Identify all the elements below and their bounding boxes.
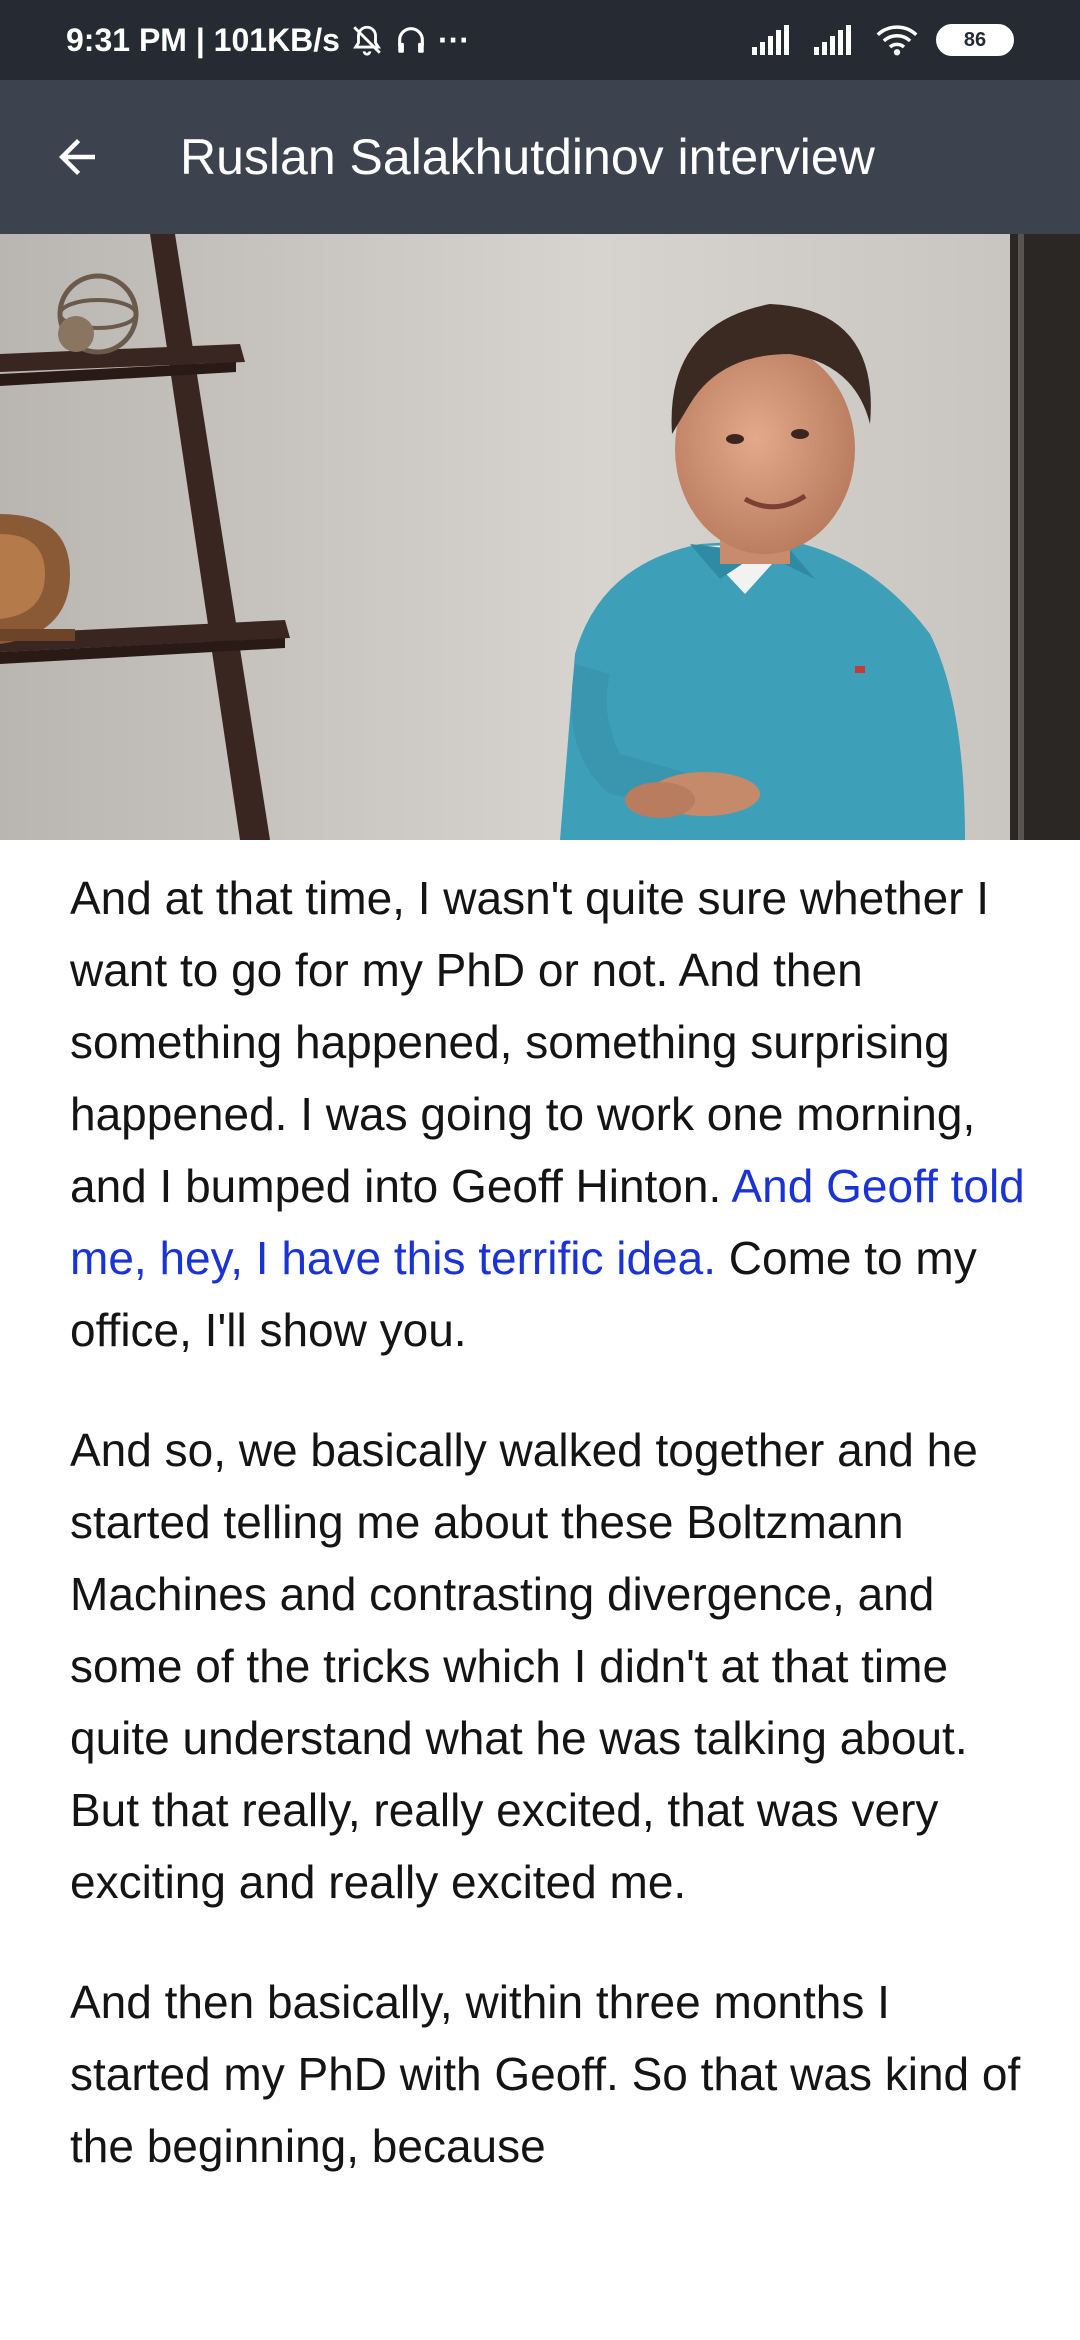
arrow-back-icon — [59, 139, 95, 175]
transcript-paragraph-1[interactable]: And at that time, I wasn't quite sure wh… — [70, 862, 1028, 1366]
wifi-icon — [876, 24, 918, 56]
page-title: Ruslan Salakhutdinov interview — [180, 129, 875, 185]
app-bar: Ruslan Salakhutdinov interview — [0, 80, 1080, 234]
back-button[interactable] — [38, 118, 116, 196]
signal-icon — [752, 25, 796, 55]
battery-icon: 86 — [936, 24, 1014, 56]
battery-level: 86 — [963, 28, 987, 51]
video-player[interactable] — [0, 234, 1080, 840]
transcript-paragraph-2[interactable]: And so, we basically walked together and… — [70, 1414, 1028, 1918]
headphones-icon — [394, 23, 428, 57]
transcript-paragraph-3[interactable]: And then basically, within three months … — [70, 1966, 1028, 2182]
status-left: 9:31 PM | 101KB/s ··· — [66, 22, 470, 59]
signal-icon-2 — [814, 25, 858, 55]
status-more-icon: ··· — [437, 21, 470, 58]
video-frame — [0, 234, 1080, 840]
transcript: And at that time, I wasn't quite sure wh… — [0, 840, 1080, 2340]
alarm-off-icon — [350, 23, 384, 57]
status-bar: 9:31 PM | 101KB/s ··· 86 — [0, 0, 1080, 80]
status-right: 86 — [752, 24, 1014, 56]
status-time-speed: 9:31 PM | 101KB/s — [66, 21, 340, 58]
